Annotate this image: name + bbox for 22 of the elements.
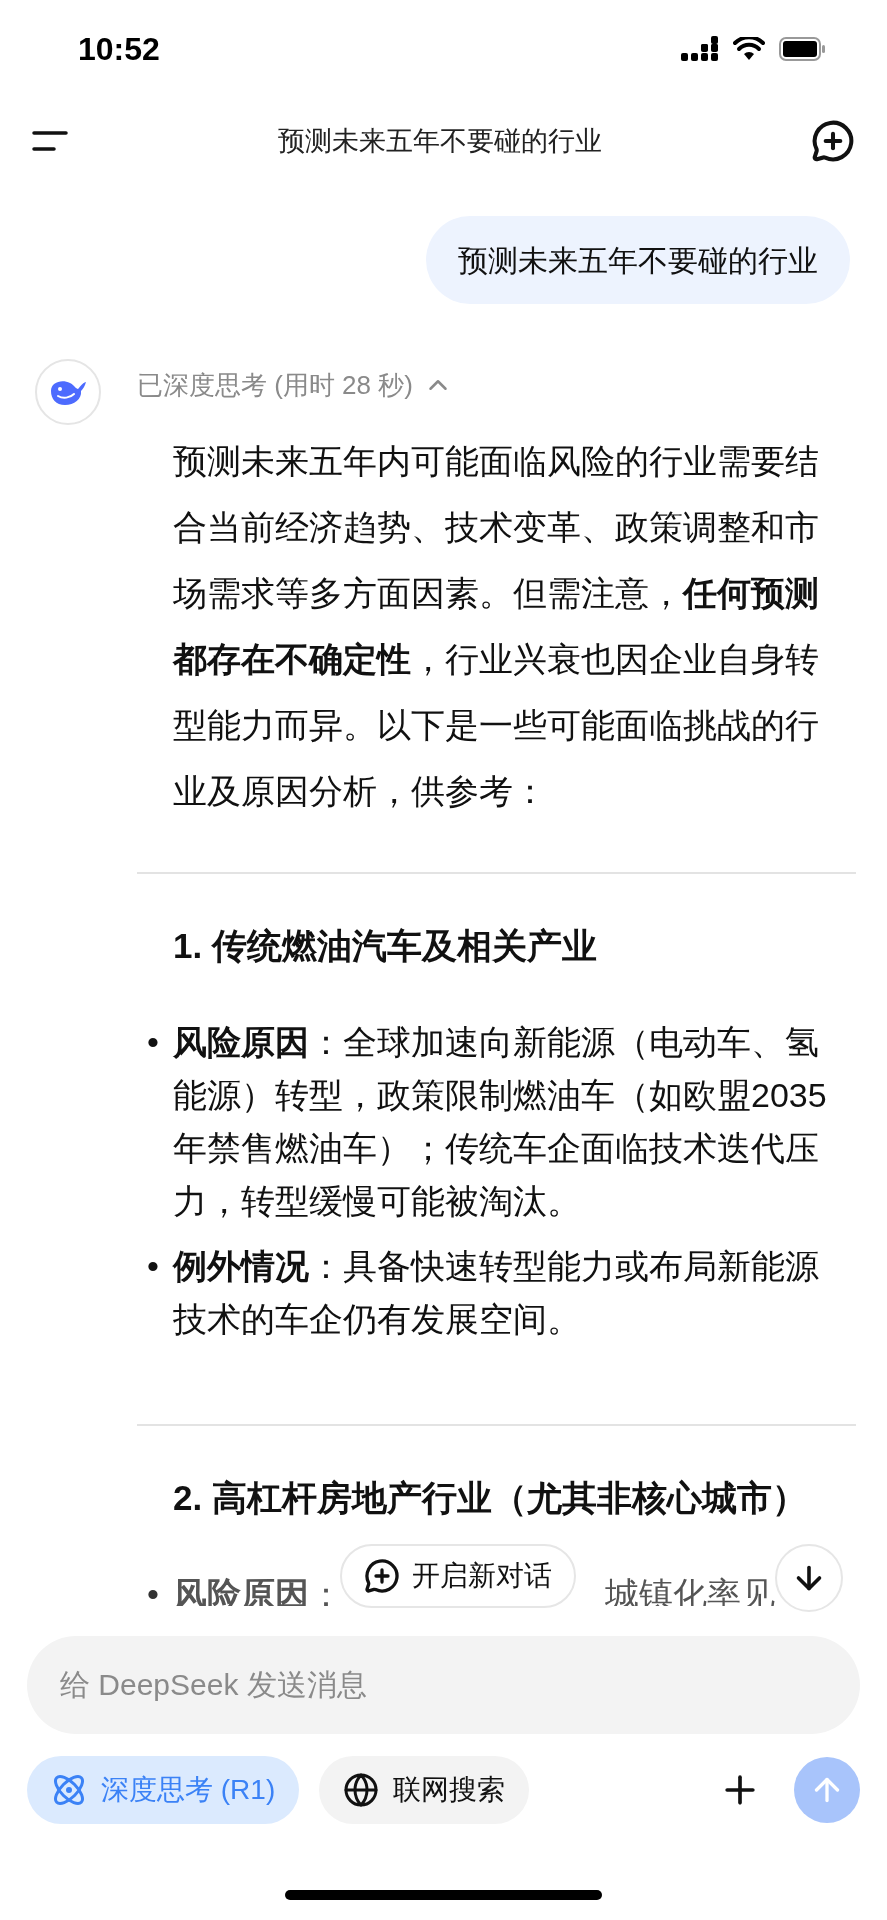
chat-title: 预测未来五年不要碰的行业 — [277, 124, 602, 158]
bullet-text: 风险原因：全球加速向新能源（电动车、氢能源）转型，政策限制燃油车（如欧盟2035年禁售燃油车）；传统车企面临技术迭代压力，转型缓慢可能被淘汰。 — [173, 1022, 828, 1222]
section-heading: 2. 高杠杆房地产行业（尤其非核心城市） — [172, 1477, 808, 1519]
status-time: 10:52 — [78, 29, 160, 69]
menu-icon[interactable] — [32, 129, 68, 153]
wifi-icon — [733, 36, 765, 61]
reply-paragraph: 预测未来五年内可能面临风险的行业需要结合当前经济趋势、技术变革、政策调整和市场需求等多方面因素。但需注意，任何预测都存在不确定性，行业兴衰也因企业自身转型能力而异。以下是一些可能面临挑战的行业及原因分析，供参考： — [171, 441, 820, 812]
user-message-bubble: 预测未来五年不要碰的行业 — [426, 216, 850, 304]
new-chat-icon — [364, 1558, 400, 1594]
mode-toggle[interactable]: 联网搜索 — [319, 1756, 530, 1824]
bullet-dot: • — [147, 1246, 160, 1287]
signal-icon — [681, 35, 719, 62]
bullet-dot: • — [147, 1574, 160, 1615]
atom-icon — [51, 1772, 87, 1808]
bullet-dot: • — [147, 1022, 160, 1063]
section-heading: 1. 传统燃油汽车及相关产业 — [172, 925, 598, 967]
globe-icon — [343, 1772, 380, 1808]
message-input[interactable]: 给 DeepSeek 发送消息 — [27, 1636, 860, 1734]
bullet-text: 例外情况：具备快速转型能力或布局新能源技术的车企仍有发展空间。 — [173, 1246, 820, 1340]
new-chat-icon[interactable] — [811, 119, 855, 163]
new-chat-pill[interactable]: 开启新对话 — [340, 1544, 576, 1608]
battery-icon — [779, 36, 825, 61]
